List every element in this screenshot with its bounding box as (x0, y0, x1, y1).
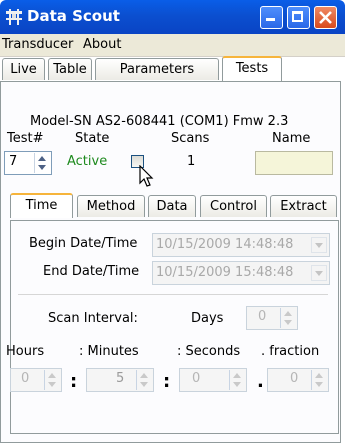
test-name-field[interactable] (255, 151, 333, 175)
device-info: Model-SN AS2-608441 (COM1) Fmw 2.3 (30, 114, 289, 129)
tab-method[interactable]: Method (77, 195, 145, 217)
tab-parameters[interactable]: Parameters (95, 58, 219, 80)
test-number-header: Test# (7, 131, 44, 146)
tab-extract[interactable]: Extract (270, 195, 337, 217)
title-bar[interactable]: Data Scout (0, 0, 345, 34)
time-separator: : (163, 371, 171, 392)
tab-tests[interactable]: Tests (222, 56, 282, 81)
days-value: 0 (258, 309, 267, 324)
days-spinner[interactable]: 0 (246, 306, 298, 330)
sub-tab-strip: Time Method Data Control Extract (10, 193, 338, 219)
end-datetime-label: End Date/Time (43, 264, 140, 279)
spinner-arrows[interactable] (311, 370, 327, 390)
minutes-value: 5 (116, 371, 125, 386)
close-icon (319, 11, 332, 24)
app-icon (6, 9, 22, 25)
hours-label: Hours (6, 344, 45, 359)
spin-up-icon[interactable] (140, 373, 148, 378)
state-header: State (75, 131, 110, 146)
spin-down-icon[interactable] (38, 165, 46, 170)
scan-interval-label: Scan Interval: (48, 311, 138, 326)
maximize-icon (292, 11, 303, 22)
minimize-button[interactable] (260, 6, 283, 29)
spin-down-icon[interactable] (315, 382, 323, 387)
spinner-arrows[interactable] (34, 153, 50, 173)
spin-up-icon[interactable] (315, 373, 323, 378)
minutes-label: : Minutes (79, 344, 139, 359)
maximize-button[interactable] (287, 6, 310, 29)
divider (18, 294, 328, 295)
spin-down-icon[interactable] (48, 382, 56, 387)
begin-datetime-value: 10/15/2009 14:48:48 (156, 237, 294, 252)
menu-transducer[interactable]: Transducer (2, 37, 73, 52)
menu-about[interactable]: About (83, 37, 121, 52)
mouse-cursor-icon (139, 165, 154, 187)
hours-spinner[interactable]: 0 (10, 368, 62, 392)
minutes-spinner[interactable]: 5 (86, 368, 154, 392)
time-separator: : (70, 371, 78, 392)
tab-data[interactable]: Data (148, 195, 196, 217)
hours-value: 0 (21, 371, 30, 386)
fraction-separator: . (257, 371, 264, 392)
spin-down-icon[interactable] (140, 382, 148, 387)
begin-datetime-label: Begin Date/Time (29, 236, 138, 251)
end-datetime-value: 10/15/2009 15:48:48 (156, 265, 294, 280)
seconds-label: : Seconds (177, 344, 241, 359)
spinner-arrows[interactable] (44, 370, 60, 390)
spinner-arrows[interactable] (136, 370, 152, 390)
minimize-icon (266, 18, 275, 21)
dropdown-arrow-icon[interactable] (311, 265, 327, 281)
tab-control[interactable]: Control (200, 195, 267, 217)
days-label: Days (191, 311, 224, 326)
fraction-label: . fraction (261, 344, 320, 359)
end-datetime-picker[interactable]: 10/15/2009 15:48:48 (152, 261, 330, 285)
spinner-arrows[interactable] (229, 370, 245, 390)
tab-table[interactable]: Table (48, 58, 92, 80)
spin-down-icon[interactable] (233, 382, 241, 387)
test-number-value: 7 (9, 154, 18, 169)
spin-up-icon[interactable] (284, 311, 292, 316)
fraction-value: 0 (290, 371, 299, 386)
menu-bar: Transducer About (0, 34, 345, 57)
window-title: Data Scout (27, 7, 120, 25)
dropdown-arrow-icon[interactable] (311, 237, 327, 253)
seconds-spinner[interactable]: 0 (179, 368, 247, 392)
close-button[interactable] (314, 6, 337, 29)
name-header: Name (272, 131, 311, 146)
fraction-spinner[interactable]: 0 (267, 368, 329, 392)
spin-down-icon[interactable] (284, 320, 292, 325)
spinner-arrows[interactable] (280, 308, 296, 328)
seconds-value: 0 (192, 371, 201, 386)
spin-up-icon[interactable] (48, 373, 56, 378)
spin-up-icon[interactable] (38, 156, 46, 161)
spin-up-icon[interactable] (233, 373, 241, 378)
scans-header: Scans (171, 131, 210, 146)
test-number-spinner[interactable]: 7 (4, 151, 52, 175)
main-tab-strip: Live Table Parameters Tests (0, 56, 345, 82)
begin-datetime-picker[interactable]: 10/15/2009 14:48:48 (152, 233, 330, 257)
tab-live[interactable]: Live (2, 58, 45, 80)
state-value: Active (67, 154, 108, 169)
tab-time[interactable]: Time (10, 193, 73, 218)
scans-value: 1 (187, 154, 196, 169)
